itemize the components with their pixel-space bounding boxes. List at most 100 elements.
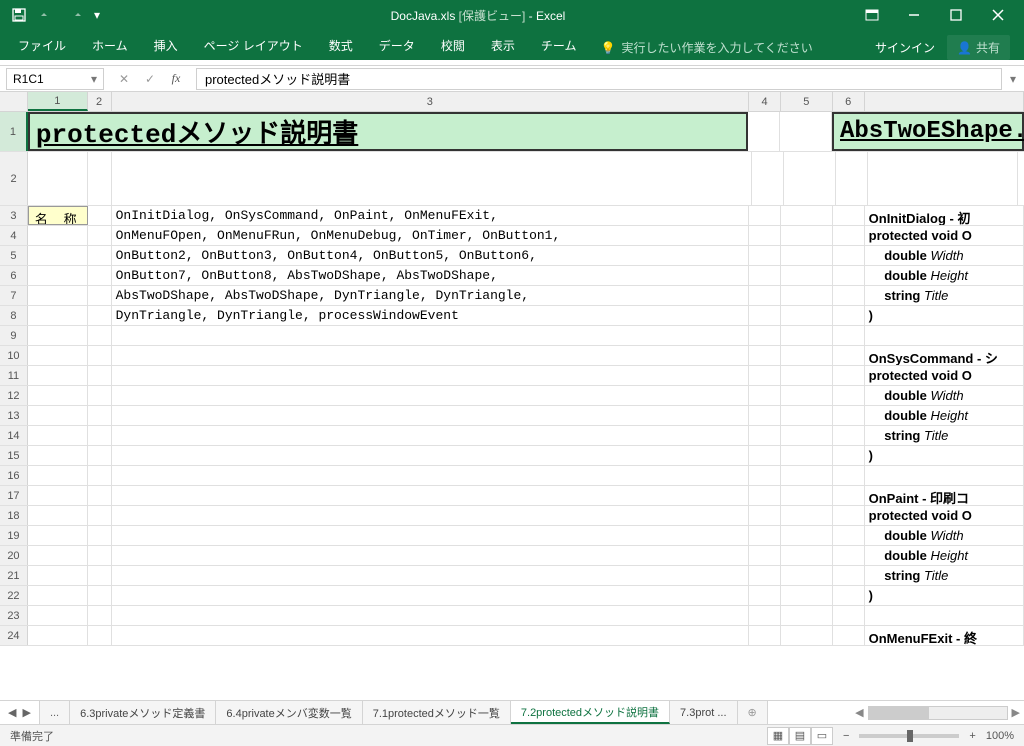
cell[interactable] [781, 206, 833, 225]
cell[interactable] [112, 546, 749, 565]
cell[interactable] [781, 526, 833, 545]
cell[interactable] [88, 446, 112, 465]
cell[interactable] [88, 306, 112, 325]
cell[interactable] [781, 286, 833, 305]
cell[interactable] [749, 306, 781, 325]
cell[interactable] [749, 466, 781, 485]
cell[interactable] [28, 526, 88, 545]
cell[interactable]: 名 称 [28, 206, 88, 225]
cell[interactable]: string Title [865, 286, 1024, 305]
save-icon[interactable] [6, 3, 32, 27]
cell[interactable] [781, 506, 833, 525]
tab-review[interactable]: 校閲 [429, 31, 477, 60]
cell[interactable]: OnSysCommand - シ [865, 346, 1024, 365]
cell[interactable] [88, 586, 112, 605]
cell[interactable] [833, 326, 865, 345]
cell[interactable] [781, 626, 833, 645]
cell[interactable] [833, 566, 865, 585]
col-header[interactable]: 1 [28, 92, 88, 111]
col-header[interactable]: 2 [88, 92, 112, 111]
close-icon[interactable] [978, 1, 1018, 29]
cell[interactable] [833, 226, 865, 245]
cell[interactable] [833, 406, 865, 425]
row-header[interactable]: 8 [0, 306, 28, 325]
cell[interactable] [749, 486, 781, 505]
cell[interactable] [28, 606, 88, 625]
cell[interactable] [749, 506, 781, 525]
col-header[interactable] [865, 92, 1024, 111]
sign-in-link[interactable]: サインイン [875, 39, 935, 56]
expand-formula-icon[interactable]: ▾ [1010, 72, 1016, 86]
row-header[interactable]: 6 [0, 266, 28, 285]
tab-data[interactable]: データ [367, 31, 427, 60]
col-header[interactable]: 5 [781, 92, 833, 111]
cell[interactable] [88, 326, 112, 345]
cell[interactable]: protected void O [865, 226, 1024, 245]
cell[interactable] [749, 626, 781, 645]
cell[interactable] [28, 446, 88, 465]
cell[interactable] [28, 226, 88, 245]
cell[interactable] [28, 326, 88, 345]
cell[interactable] [28, 626, 88, 645]
cell[interactable] [112, 566, 749, 585]
undo-icon[interactable] [34, 3, 60, 27]
cell[interactable] [748, 112, 780, 151]
cell[interactable]: OnMenuFOpen, OnMenuFRun, OnMenuDebug, On… [112, 226, 749, 245]
tab-team[interactable]: チーム [529, 31, 589, 60]
cell[interactable] [833, 306, 865, 325]
row-header[interactable]: 24 [0, 626, 28, 645]
cell[interactable] [781, 586, 833, 605]
cell[interactable]: protected void O [865, 366, 1024, 385]
qat-dropdown-icon[interactable]: ▾ [90, 3, 104, 27]
cell[interactable] [112, 466, 749, 485]
row-header[interactable]: 14 [0, 426, 28, 445]
cell[interactable]: ) [865, 306, 1024, 325]
tab-view[interactable]: 表示 [479, 31, 527, 60]
cell[interactable] [781, 266, 833, 285]
cell[interactable] [781, 386, 833, 405]
cell[interactable] [88, 566, 112, 585]
cell[interactable] [868, 152, 1018, 205]
cell[interactable] [833, 486, 865, 505]
cell[interactable] [865, 326, 1024, 345]
cell[interactable] [112, 626, 749, 645]
col-header[interactable]: 4 [749, 92, 781, 111]
cell[interactable] [833, 606, 865, 625]
name-box[interactable]: R1C1 ▾ [6, 68, 104, 90]
spreadsheet-grid[interactable]: 1 2 3 4 5 6 1protectedメソッド説明書AbsTwoEShap… [0, 92, 1024, 700]
cell[interactable]: double Width [865, 246, 1024, 265]
cell[interactable] [28, 386, 88, 405]
cell[interactable] [88, 506, 112, 525]
cell[interactable] [781, 426, 833, 445]
col-header[interactable]: 6 [833, 92, 865, 111]
row-header[interactable]: 2 [0, 152, 28, 205]
cell[interactable] [749, 226, 781, 245]
cell[interactable] [88, 406, 112, 425]
chevron-down-icon[interactable]: ▾ [91, 72, 97, 86]
sheet-nav-last-icon[interactable]: ▶ [22, 706, 30, 719]
cell[interactable]: OnButton7, OnButton8, AbsTwoDShape, AbsT… [112, 266, 749, 285]
cell[interactable] [112, 606, 749, 625]
cell[interactable] [781, 546, 833, 565]
cell[interactable] [28, 586, 88, 605]
tab-home[interactable]: ホーム [80, 31, 140, 60]
add-sheet-button[interactable]: ⊕ [738, 701, 768, 724]
cell[interactable] [781, 566, 833, 585]
cell[interactable] [112, 426, 749, 445]
cell[interactable] [781, 606, 833, 625]
cell[interactable]: DynTriangle, DynTriangle, processWindowE… [112, 306, 749, 325]
cell[interactable] [749, 606, 781, 625]
cell[interactable] [865, 606, 1024, 625]
cell[interactable] [749, 366, 781, 385]
cell[interactable] [749, 346, 781, 365]
cell[interactable] [112, 326, 749, 345]
sheet-nav-first-icon[interactable]: ◀ [8, 706, 16, 719]
cell[interactable] [781, 226, 833, 245]
formula-input[interactable]: protectedメソッド説明書 [196, 68, 1002, 90]
cell[interactable] [28, 566, 88, 585]
cell[interactable]: OnPaint - 印刷コ [865, 486, 1024, 505]
cell[interactable] [833, 426, 865, 445]
select-all-corner[interactable] [0, 92, 28, 111]
row-header[interactable]: 1 [0, 112, 28, 151]
cancel-formula-icon[interactable]: ✕ [112, 68, 136, 90]
